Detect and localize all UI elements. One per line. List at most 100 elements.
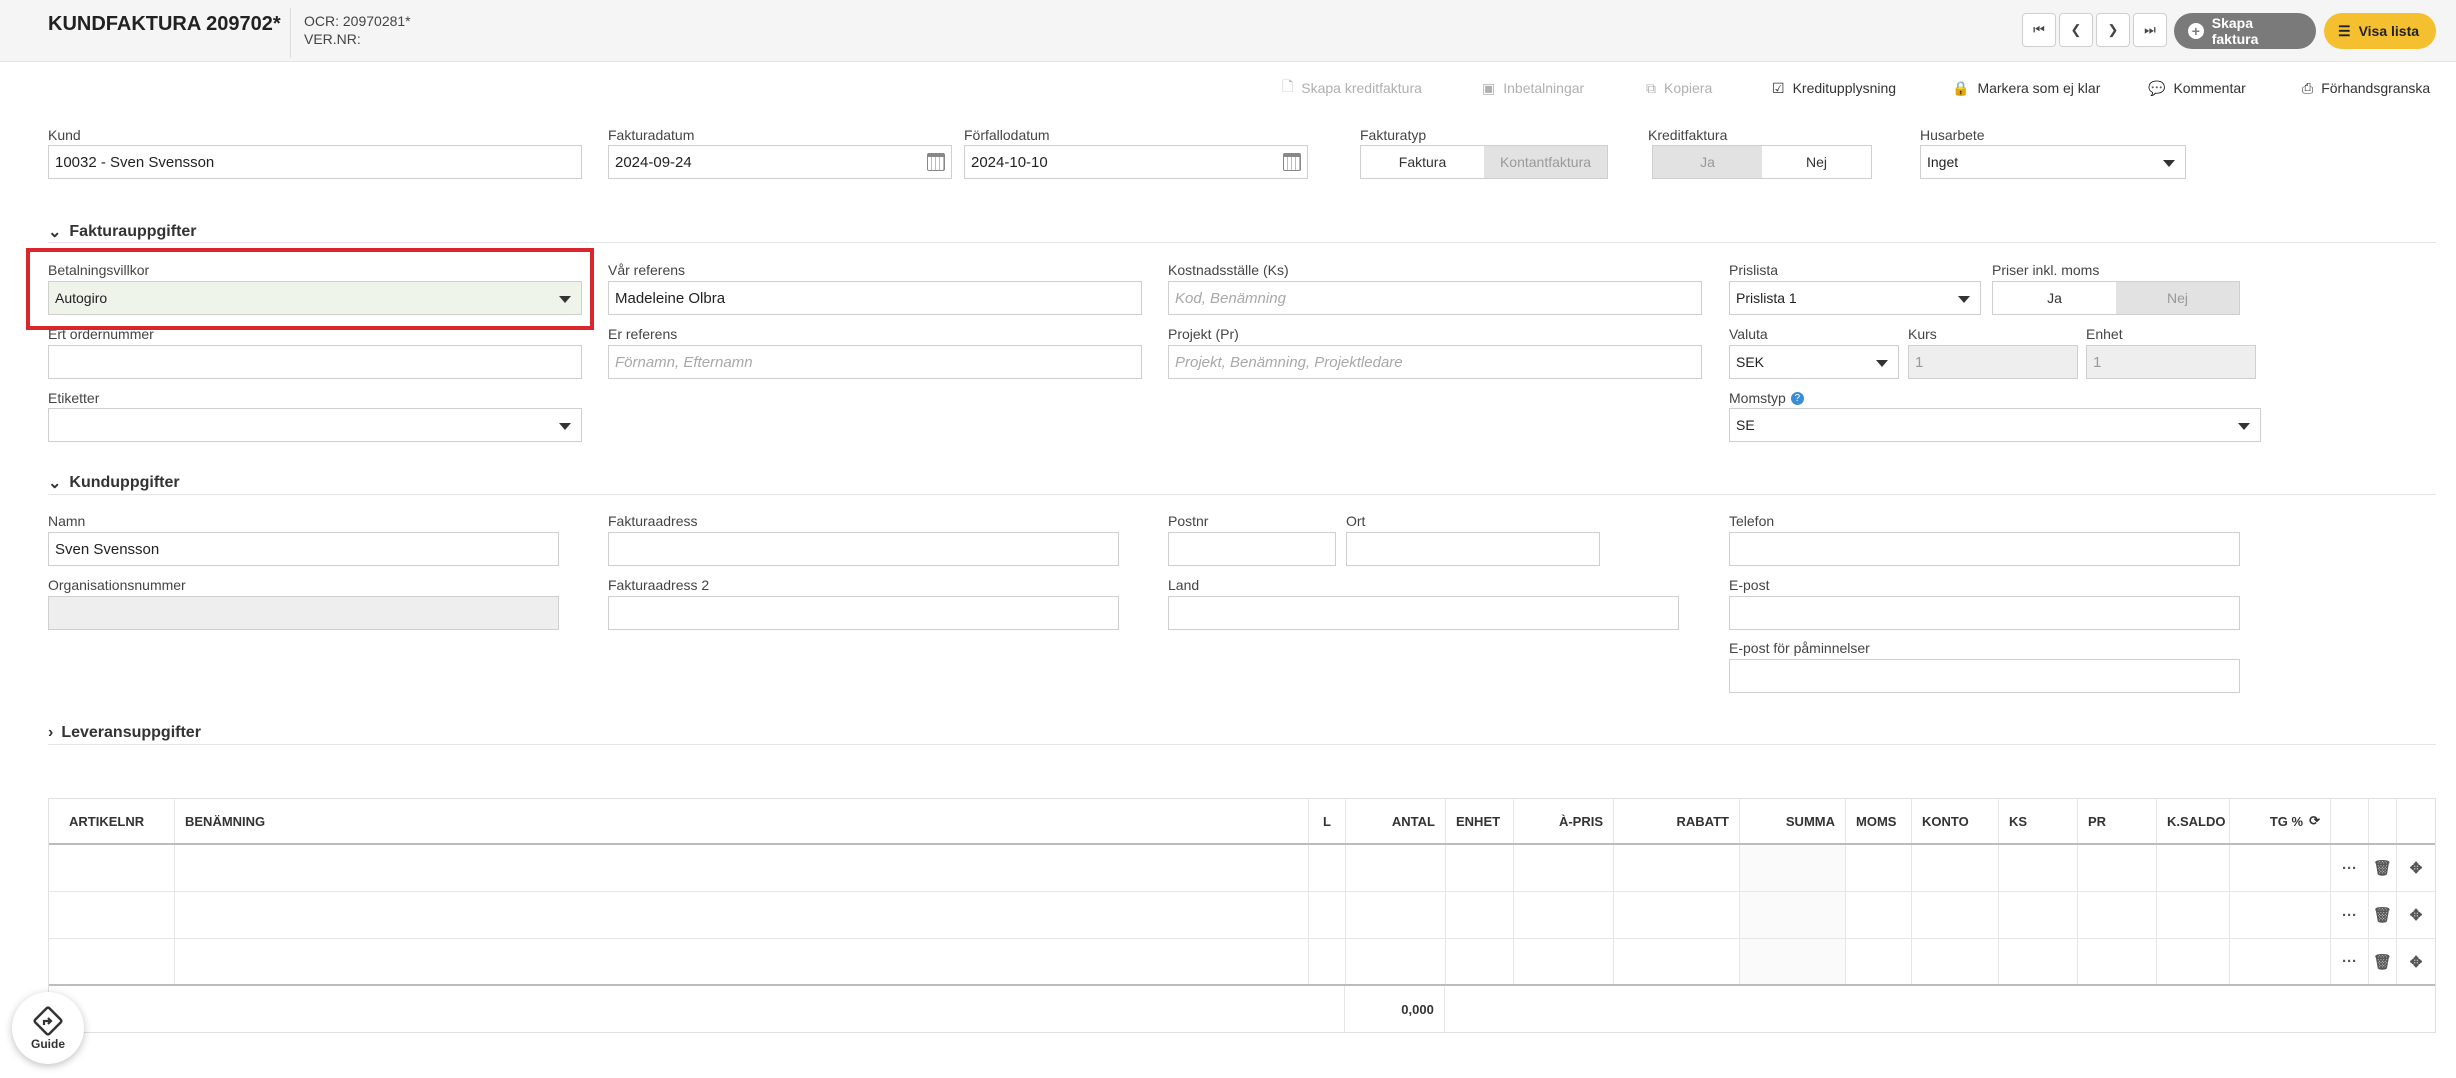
copy-button[interactable]: ⧉ Kopiera [1646,76,1712,100]
table-row[interactable]: ··· 🗑 ✥ [49,892,2435,939]
cell[interactable] [1514,892,1614,938]
show-list-button[interactable]: ☰ Visa lista [2324,13,2436,49]
trash-icon[interactable]: 🗑 [2369,939,2397,984]
currency-select[interactable]: SEK [1729,345,1899,379]
payments-button[interactable]: ▣ Inbetalningar [1482,76,1584,100]
name-input[interactable]: Sven Svensson [48,532,559,566]
cell[interactable] [1912,845,1999,891]
cell[interactable] [2157,939,2230,984]
cell[interactable] [1846,845,1912,891]
comment-button[interactable]: 💬 Kommentar [2148,76,2246,100]
cell[interactable] [1846,939,1912,984]
cell[interactable] [49,939,175,984]
cell[interactable] [2230,845,2331,891]
refresh-icon[interactable]: ⟳ [2309,813,2320,829]
more-icon[interactable]: ··· [2331,845,2369,891]
trash-icon[interactable]: 🗑 [2369,892,2397,938]
cell[interactable] [1846,892,1912,938]
vat-type-select[interactable]: SE [1729,408,2261,442]
rate-input[interactable]: 1 [1908,345,2078,379]
cell[interactable] [1912,892,1999,938]
cell[interactable] [2078,845,2157,891]
prices-vat-no[interactable]: Nej [2116,282,2239,314]
cell[interactable] [1309,892,1346,938]
cell[interactable] [1446,939,1514,984]
cell[interactable] [49,892,175,938]
delivery-details-header[interactable]: › Leveransuppgifter [48,724,201,742]
col-header[interactable]: BENÄMNING [175,799,1309,843]
zip-input[interactable] [1168,532,1336,566]
cell[interactable] [2230,939,2331,984]
col-header[interactable]: PR [2078,799,2157,843]
more-icon[interactable]: ··· [2331,939,2369,984]
cell[interactable] [1912,939,1999,984]
table-row[interactable]: ··· 🗑 ✥ [49,939,2435,986]
cell[interactable] [49,845,175,891]
prices-vat-yes[interactable]: Ja [1993,282,2116,314]
cell[interactable] [2078,939,2157,984]
cell[interactable] [1999,845,2078,891]
our-reference-input[interactable]: Madeleine Olbra [608,281,1142,315]
invoice-date-input[interactable]: 2024-09-24 [608,145,952,179]
drag-handle-icon[interactable]: ✥ [2397,845,2435,891]
col-header[interactable]: KONTO [1912,799,1999,843]
city-input[interactable] [1346,532,1600,566]
cell[interactable] [2230,892,2331,938]
cell[interactable] [1446,892,1514,938]
invoice-type-kontant[interactable]: Kontantfaktura [1484,146,1607,178]
col-header[interactable]: ARTIKELNR [49,799,175,843]
house-work-select[interactable]: Inget [1920,145,2186,179]
col-header[interactable]: SUMMA [1740,799,1846,843]
calendar-icon[interactable] [927,153,945,171]
cell[interactable] [1346,939,1446,984]
cell[interactable] [1614,892,1740,938]
country-input[interactable] [1168,596,1679,630]
more-icon[interactable]: ··· [2331,892,2369,938]
cell[interactable] [1309,845,1346,891]
col-header[interactable]: ENHET [1446,799,1514,843]
customer-details-header[interactable]: ⌄ Kunduppgifter [48,473,180,493]
org-number-input[interactable] [48,596,559,630]
invoice-details-header[interactable]: ⌄ Fakturauppgifter [48,222,197,242]
help-icon[interactable]: ? [1790,391,1804,405]
cell[interactable] [175,892,1309,938]
cell[interactable] [175,939,1309,984]
tags-select[interactable] [48,408,582,442]
phone-input[interactable] [1729,532,2240,566]
unit-input[interactable]: 1 [2086,345,2256,379]
cell[interactable] [175,845,1309,891]
col-header[interactable]: L [1309,799,1346,843]
cell[interactable] [1346,845,1446,891]
table-row[interactable]: ··· 🗑 ✥ [49,845,2435,892]
next-button[interactable]: ❯ [2096,13,2130,47]
cell[interactable] [2078,892,2157,938]
customer-input[interactable]: 10032 - Sven Svensson [48,145,582,179]
cell[interactable] [1999,892,2078,938]
cell[interactable] [1514,939,1614,984]
prev-button[interactable]: ❮ [2059,13,2093,47]
cell[interactable] [2157,845,2230,891]
preview-button[interactable]: ⎙ Förhandsgranska [2302,76,2430,100]
your-reference-input[interactable]: Förnamn, Efternamn [608,345,1142,379]
col-header[interactable]: ANTAL [1346,799,1446,843]
tg-header[interactable]: TG % ⟳ [2230,799,2331,843]
invoice-address2-input[interactable] [608,596,1119,630]
drag-handle-icon[interactable]: ✥ [2397,892,2435,938]
last-page-button[interactable]: ⏭ [2133,13,2167,47]
invoice-type-faktura[interactable]: Faktura [1361,146,1484,178]
credit-yes[interactable]: Ja [1653,146,1762,178]
create-invoice-button[interactable]: + Skapa faktura [2174,13,2316,49]
mark-not-ready-button[interactable]: 🔒 Markera som ej klar [1952,76,2100,100]
cell[interactable] [1614,939,1740,984]
project-input[interactable]: Projekt, Benämning, Projektledare [1168,345,1702,379]
col-header[interactable]: K.SALDO [2157,799,2230,843]
cell[interactable] [1514,845,1614,891]
guide-button[interactable]: Guide [12,992,84,1064]
pricelist-select[interactable]: Prislista 1 [1729,281,1981,315]
drag-handle-icon[interactable]: ✥ [2397,939,2435,984]
create-credit-invoice-button[interactable]: 🗋 Skapa kreditfaktura [1282,76,1422,100]
cell[interactable] [1999,939,2078,984]
cell[interactable] [1346,892,1446,938]
due-date-input[interactable]: 2024-10-10 [964,145,1308,179]
col-header[interactable]: KS [1999,799,2078,843]
